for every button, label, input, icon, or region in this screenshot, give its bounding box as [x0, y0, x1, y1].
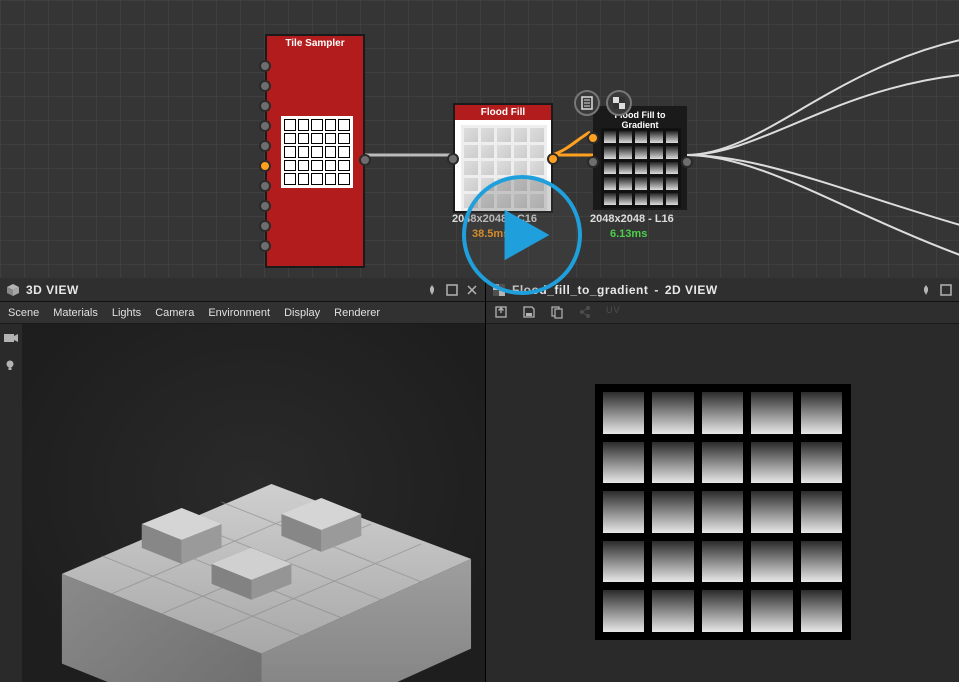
camera-icon[interactable]: [3, 332, 19, 348]
panel-3d-view: 3D VIEW Scene Materials Lights Camera En…: [0, 278, 486, 682]
share-icon[interactable]: [578, 305, 594, 321]
viewport-2d[interactable]: [486, 324, 959, 682]
ff-to-gradient-preview: [601, 128, 681, 208]
close-icon[interactable]: [465, 283, 479, 297]
cube-mesh: [22, 324, 485, 682]
panel-2d-title-suffix: 2D VIEW: [665, 283, 718, 297]
tile-sampler-preview: [281, 116, 353, 188]
node-flood-fill-to-gradient[interactable]: Flood Fill to Gradient: [593, 106, 687, 210]
pin-icon[interactable]: [425, 283, 439, 297]
copy-icon[interactable]: [550, 305, 566, 321]
play-icon: [499, 207, 555, 263]
panel-2d-view: Flood_fill_to_gradient - 2D VIEW: [486, 278, 959, 682]
gradient-output-preview: [595, 384, 851, 640]
light-icon[interactable]: [3, 358, 19, 374]
ff-gradient-resolution: 2048x2048 - L16: [588, 213, 718, 225]
play-button[interactable]: [462, 175, 582, 295]
panel-3d-title: 3D VIEW: [26, 283, 79, 297]
save-icon[interactable]: [522, 305, 538, 321]
menu-camera[interactable]: Camera: [155, 307, 194, 319]
ff-gradient-timing: 6.13ms: [608, 228, 708, 240]
node-title: Tile Sampler: [267, 36, 363, 51]
maximize-icon[interactable]: [939, 283, 953, 297]
cube-icon: [6, 283, 20, 297]
uv-label[interactable]: UV: [606, 305, 621, 321]
menu-environment[interactable]: Environment: [208, 307, 270, 319]
maximize-icon[interactable]: [445, 283, 459, 297]
menu-materials[interactable]: Materials: [53, 307, 98, 319]
menu-scene[interactable]: Scene: [8, 307, 39, 319]
left-toolbar-3d: [0, 324, 22, 682]
panel-2d-title-sep: -: [654, 283, 659, 297]
export-icon[interactable]: [494, 305, 510, 321]
menu-bar-3d: Scene Materials Lights Camera Environmen…: [0, 302, 485, 324]
toolbar-2d: UV: [486, 302, 959, 324]
checker-icon[interactable]: [606, 90, 632, 116]
panel-3d-header: 3D VIEW: [0, 278, 485, 302]
document-icon[interactable]: [574, 90, 600, 116]
node-tile-sampler[interactable]: Tile Sampler: [265, 34, 365, 268]
menu-renderer[interactable]: Renderer: [334, 307, 380, 319]
viewport-3d[interactable]: [22, 324, 485, 682]
pin-icon[interactable]: [919, 283, 933, 297]
menu-lights[interactable]: Lights: [112, 307, 141, 319]
node-title: Flood Fill: [455, 105, 551, 120]
menu-display[interactable]: Display: [284, 307, 320, 319]
